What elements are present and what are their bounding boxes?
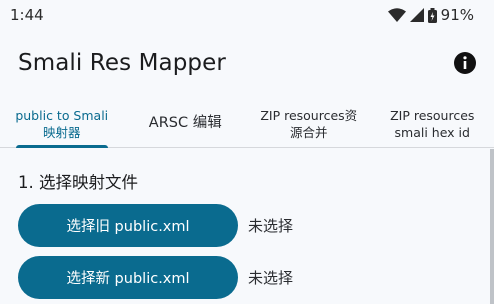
wifi-icon	[387, 8, 406, 22]
select-new-public-xml-button[interactable]: 选择新 public.xml	[18, 256, 238, 299]
section-title: 1. 选择映射文件	[18, 173, 138, 192]
tab-label-line1: public to Smali	[15, 107, 109, 123]
tab-label-line2: 映射器	[42, 124, 81, 140]
info-icon	[454, 52, 476, 74]
status-icons: 91%	[387, 6, 474, 24]
tab-label-line2: smali hex id	[394, 124, 470, 140]
select-old-public-xml-button[interactable]: 选择旧 public.xml	[18, 204, 238, 247]
tab-zip-resources-merge[interactable]: ZIP resources资 源合并	[247, 100, 371, 147]
tab-label: public to Smali 映射器	[15, 107, 108, 141]
tab-bar: public to Smali 映射器 ARSC 编辑 ZIP resource…	[0, 100, 494, 148]
tab-label-line1: ARSC 编辑	[148, 115, 222, 131]
tab-label-line1: ZIP resources资	[260, 107, 358, 123]
old-file-status: 未选择	[248, 217, 294, 235]
tab-arsc-edit[interactable]: ARSC 编辑	[124, 100, 248, 147]
old-public-xml-row: 选择旧 public.xml 未选择	[18, 204, 293, 247]
tab-zip-smali-hex-id[interactable]: ZIP resources smali hex id	[371, 100, 494, 147]
tab-label: ZIP resources smali hex id	[390, 107, 474, 141]
battery-icon	[427, 7, 437, 23]
tab-label-line2: 源合并	[289, 124, 328, 140]
status-time: 1:44	[10, 6, 44, 24]
scrollbar[interactable]	[490, 149, 494, 304]
tab-public-to-smali[interactable]: public to Smali 映射器	[0, 100, 124, 148]
app-bar: Smali Res Mapper	[0, 38, 494, 88]
tab-label: ZIP resources资 源合并	[260, 107, 357, 141]
main-content: 1. 选择映射文件 选择旧 public.xml 未选择 选择新 public.…	[0, 149, 494, 304]
new-public-xml-row: 选择新 public.xml 未选择	[18, 256, 293, 299]
new-file-status: 未选择	[248, 269, 294, 287]
tab-label-line1: ZIP resources	[390, 107, 475, 123]
info-button[interactable]	[452, 50, 478, 76]
active-tab-indicator	[16, 145, 108, 148]
battery-percent: 91%	[440, 6, 474, 24]
status-bar: 1:44 91%	[0, 0, 494, 30]
signal-icon	[409, 8, 424, 22]
app-title: Smali Res Mapper	[18, 50, 226, 76]
